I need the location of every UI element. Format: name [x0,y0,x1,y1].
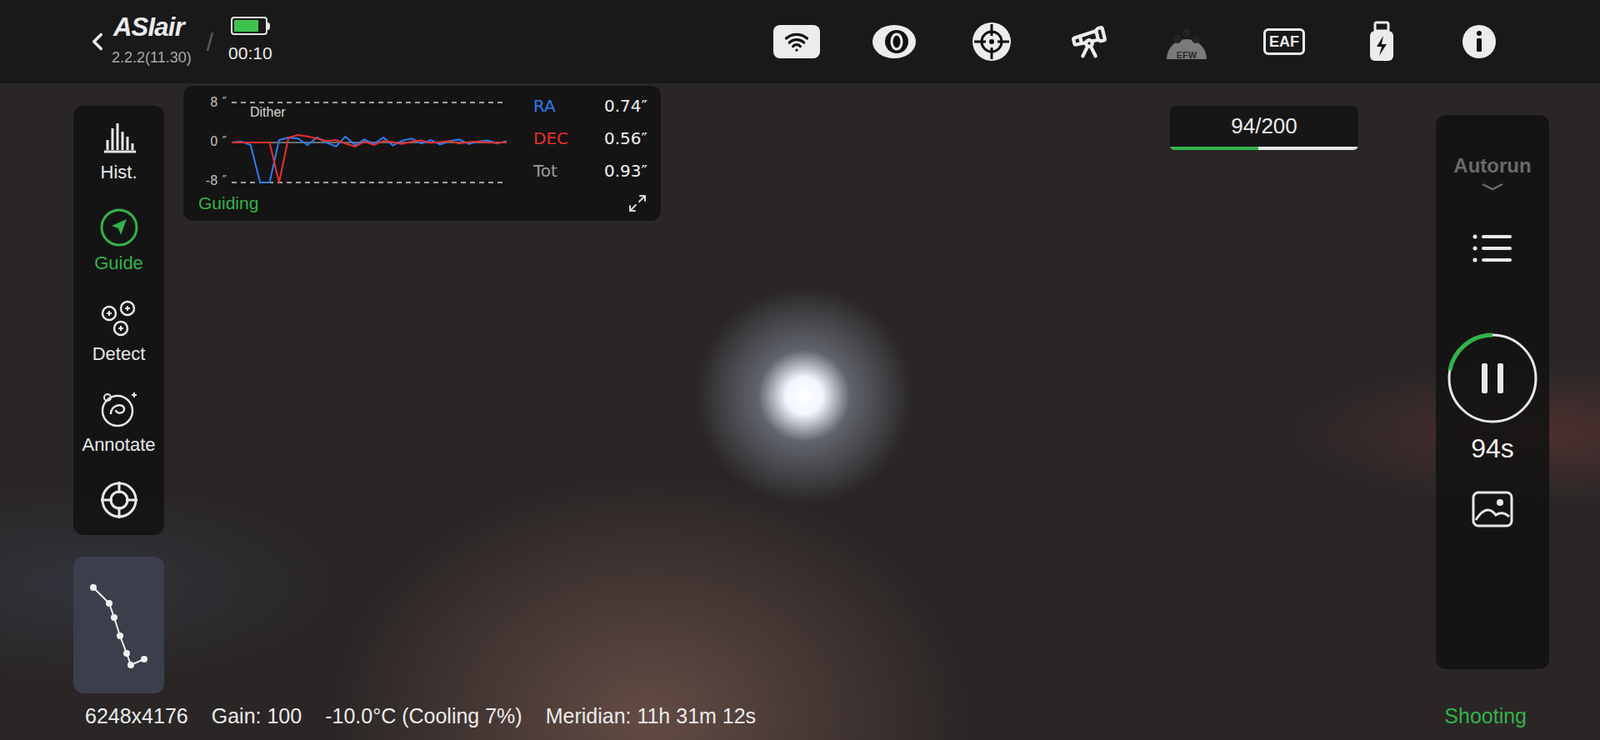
guide-series-line [231,135,507,183]
series-rms: 0.74″ [588,95,648,117]
device-button[interactable] [1060,20,1119,63]
tool-label: Detect [92,342,146,366]
y-tick: 8 ″ [198,95,232,110]
detect-icon [99,300,140,337]
tool-panel: Hist. Guide Detect Annotate [73,105,165,535]
sky-map-thumbnail[interactable] [73,556,165,694]
series-name: DEC [533,128,569,150]
tool-item[interactable]: Hist. [73,105,165,197]
wifi-icon[interactable] [773,25,820,59]
status-item: -10.0°C (Cooling 7%) [325,703,523,730]
logo-text: ASIair [113,14,185,40]
tool-item[interactable]: Detect [73,287,165,379]
series-name: RA [533,95,569,117]
tool-item[interactable]: Annotate [73,378,165,470]
overlay: ASIair 2.2.2(11.30) / 00:10 EFW EAF Hist. Guide… [0,0,1600,740]
efw-icon[interactable]: EFW [1161,20,1212,63]
usb-icon[interactable] [1367,20,1396,63]
tool-item[interactable] [73,469,165,535]
camera-icon[interactable] [870,23,918,60]
autorun-label[interactable]: Autorun [1453,153,1531,179]
guide-stats: RA 0.74″ DEC 0.56″ Tot 0.93″ [533,95,648,182]
progress-count: 94/200 [1170,105,1359,147]
tool-label: Guide [94,251,144,275]
guide-arrow-icon [99,207,140,248]
tool-label: Hist. [100,160,138,185]
pause-button[interactable] [1444,330,1541,427]
status-bar: 6248x4176 Gain: 100 -10.0°C (Cooling 7%) Me… [0,693,1600,740]
device-button[interactable]: EFW [1157,20,1216,63]
guide-graph-panel[interactable]: 8 ″ 0 ″ -8 ″ Dither RA 0.74″ DEC 0.56″ Tot 0.93″ G… [183,85,661,221]
autorun-panel: Autorun 94s [1435,115,1550,670]
device-button[interactable]: EAF [1255,28,1314,56]
status-item: Gain: 100 [211,703,302,730]
exposure-remaining: 94s [1470,431,1515,465]
device-button[interactable] [767,25,826,59]
guiding-status: Guiding [198,192,259,215]
sequence-progress: 94/200 [1170,105,1359,150]
dither-marker: Dither [250,105,286,120]
info-icon[interactable] [1460,23,1498,60]
device-button[interactable] [1450,23,1509,60]
gallery-icon[interactable] [1470,490,1515,529]
asiair-screen: ASIair 2.2.2(11.30) / 00:10 EFW EAF Hist. Guide… [0,0,1600,740]
back-chevron-icon[interactable] [83,27,112,56]
left-column: Hist. Guide Detect Annotate [73,105,165,694]
battery-status: 00:10 [228,16,273,67]
constellation-icon [73,556,165,694]
total-rms: 0.93″ [588,160,648,182]
device-button[interactable] [1352,20,1411,63]
device-icons: EFW EAF [767,20,1509,63]
mount-icon[interactable] [1068,20,1110,63]
separator: / [206,23,214,61]
progress-bar [1170,146,1359,150]
main-area: Hist. Guide Detect Annotate 8 ″ 0 ″ -8 ″ Dither… [0,83,1600,694]
battery-icon [230,16,270,35]
back-button[interactable] [83,27,112,56]
y-tick: 0 ″ [198,135,232,149]
total-name: Tot [533,160,569,182]
camera-state: Shooting [1444,703,1527,730]
tool-label: Annotate [81,433,155,457]
guide-plot: Dither [231,95,507,188]
device-button[interactable] [865,23,924,60]
app-logo: ASIair 2.2.2(11.30) [113,14,192,70]
series-rms: 0.56″ [588,128,648,150]
expand-icon[interactable] [627,193,648,214]
status-item: Meridian: 11h 31m 12s [545,703,756,730]
device-button[interactable] [962,20,1021,63]
annotate-icon [99,389,140,430]
guide-scope-icon[interactable] [970,20,1013,63]
status-item: 6248x4176 [85,703,189,730]
elapsed-time: 00:10 [228,40,273,67]
eaf-icon[interactable]: EAF [1263,28,1305,56]
tool-item[interactable]: Guide [73,196,165,288]
top-bar: ASIair 2.2.2(11.30) / 00:10 EFW EAF [0,0,1600,84]
y-tick: -8 ″ [198,174,232,188]
histogram-icon [100,120,138,154]
version-label: 2.2.2(11.30) [111,46,192,70]
list-icon[interactable] [1471,231,1514,265]
goto-target-icon [99,480,140,520]
chevron-down-icon[interactable] [1480,181,1505,192]
y-axis-ticks: 8 ″ 0 ″ -8 ″ [198,95,232,188]
